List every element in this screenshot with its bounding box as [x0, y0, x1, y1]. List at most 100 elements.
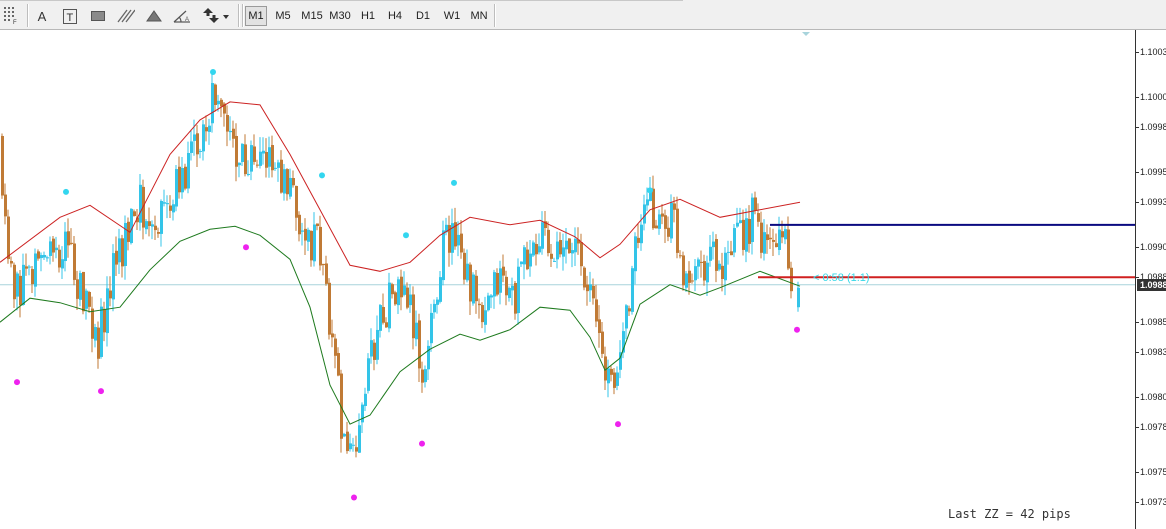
candle-body: [550, 253, 553, 259]
timeframe-m15[interactable]: M15: [299, 6, 325, 26]
candle-body: [88, 291, 91, 307]
candle-body: [226, 114, 229, 132]
candle-body: [496, 272, 499, 295]
candle-body: [262, 150, 265, 154]
candle-body: [367, 358, 370, 391]
candle-body: [160, 200, 163, 234]
candle-body: [787, 229, 790, 269]
candle-body: [565, 240, 568, 250]
price-tick: [1136, 502, 1139, 504]
candle-body: [328, 282, 331, 335]
swing-high-dot: [647, 187, 653, 194]
price-label: 1.0998: [1140, 122, 1166, 133]
price-axis[interactable]: 1.1003 1.1000 1.0998 1.0995 1.0993 1.0990 1.09…: [1135, 30, 1166, 529]
timeframe-d1[interactable]: D1: [411, 6, 435, 26]
candle-body: [103, 308, 106, 333]
timeframe-h4[interactable]: H4: [383, 6, 407, 26]
candle-body: [424, 369, 427, 383]
candle-body: [319, 226, 322, 266]
candle-body: [538, 246, 541, 253]
price-tick: [1136, 427, 1139, 429]
price-tick: [1136, 247, 1139, 249]
candle-body: [499, 268, 502, 293]
angle-tool-button[interactable]: A: [170, 5, 194, 27]
candle-body: [334, 338, 337, 356]
candle-body: [214, 84, 217, 105]
arrows-tool-button[interactable]: [200, 5, 230, 27]
candle-body: [148, 221, 151, 226]
candle-body: [364, 393, 367, 407]
candle-body: [241, 143, 244, 162]
candle-body: [571, 250, 574, 254]
candle-body: [691, 280, 694, 282]
candle-body: [1, 135, 4, 196]
candle-body: [664, 215, 667, 229]
swing-high-dot: [403, 232, 409, 239]
candle-body: [481, 305, 484, 323]
price-label: 1.1003: [1140, 47, 1166, 58]
candle-body: [157, 231, 160, 234]
candle-body: [517, 266, 520, 314]
triangle-icon: [146, 10, 162, 22]
chart-toolbar: F A T A M1 M5 M15 M30 H1 H4 D1 W1 MN: [0, 0, 1166, 30]
candle-body: [655, 225, 658, 229]
chart-shift-marker-icon[interactable]: [802, 32, 810, 36]
crosshair-grid-icon[interactable]: F: [4, 7, 18, 26]
price-label: 1.0990: [1140, 242, 1166, 253]
candle-body: [286, 169, 289, 195]
candle-body: [418, 320, 421, 369]
candle-body: [70, 242, 73, 244]
candle-body: [292, 178, 295, 186]
timeframe-w1[interactable]: W1: [439, 6, 465, 26]
candle-body: [781, 231, 784, 238]
candle-body: [601, 331, 604, 354]
candle-body: [346, 431, 349, 452]
candle-body: [625, 305, 628, 329]
candle-body: [13, 264, 16, 300]
candle-body: [220, 99, 223, 107]
candle-body: [589, 284, 592, 291]
candle-body: [370, 340, 373, 357]
candle-body: [742, 219, 745, 250]
candle-body: [511, 285, 514, 291]
timeframe-m1[interactable]: M1: [245, 6, 267, 26]
candle-body: [193, 134, 196, 141]
price-tick: [1136, 397, 1139, 399]
timeframe-m30[interactable]: M30: [327, 6, 353, 26]
timeframe-m5[interactable]: M5: [271, 6, 295, 26]
candle-body: [592, 285, 595, 299]
candle-body: [46, 257, 49, 259]
candle-body: [277, 162, 280, 168]
channel-tool-button[interactable]: [114, 5, 138, 27]
candle-body: [628, 308, 631, 312]
candle-body: [670, 202, 673, 239]
triangle-tool-button[interactable]: [142, 5, 166, 27]
price-label: 1.0985: [1140, 317, 1166, 328]
candle-body: [751, 197, 754, 243]
candle-body: [766, 234, 769, 241]
candle-body: [25, 266, 28, 269]
candle-body: [403, 285, 406, 295]
timeframe-mn[interactable]: MN: [466, 6, 492, 26]
text-label-tool-button[interactable]: T: [58, 5, 82, 27]
candle-body: [508, 287, 511, 298]
candle-body: [784, 229, 787, 240]
swing-low-dot: [14, 379, 20, 386]
candle-body: [67, 231, 70, 246]
candle-body: [700, 261, 703, 263]
candle-body: [376, 329, 379, 360]
candle-body: [763, 232, 766, 254]
candle-body: [139, 184, 142, 223]
candle-body: [739, 220, 742, 224]
timeframe-h1[interactable]: H1: [356, 6, 380, 26]
rectangle-tool-button[interactable]: [86, 5, 110, 27]
candle-body: [535, 243, 538, 255]
price-chart[interactable]: [0, 30, 1135, 529]
candle-body: [205, 127, 208, 132]
candle-body: [583, 267, 586, 288]
text-tool-button[interactable]: A: [30, 5, 54, 27]
last-candle-body: [797, 287, 800, 308]
candle-body: [49, 241, 52, 256]
candle-body: [478, 303, 481, 306]
candle-body: [331, 333, 334, 338]
